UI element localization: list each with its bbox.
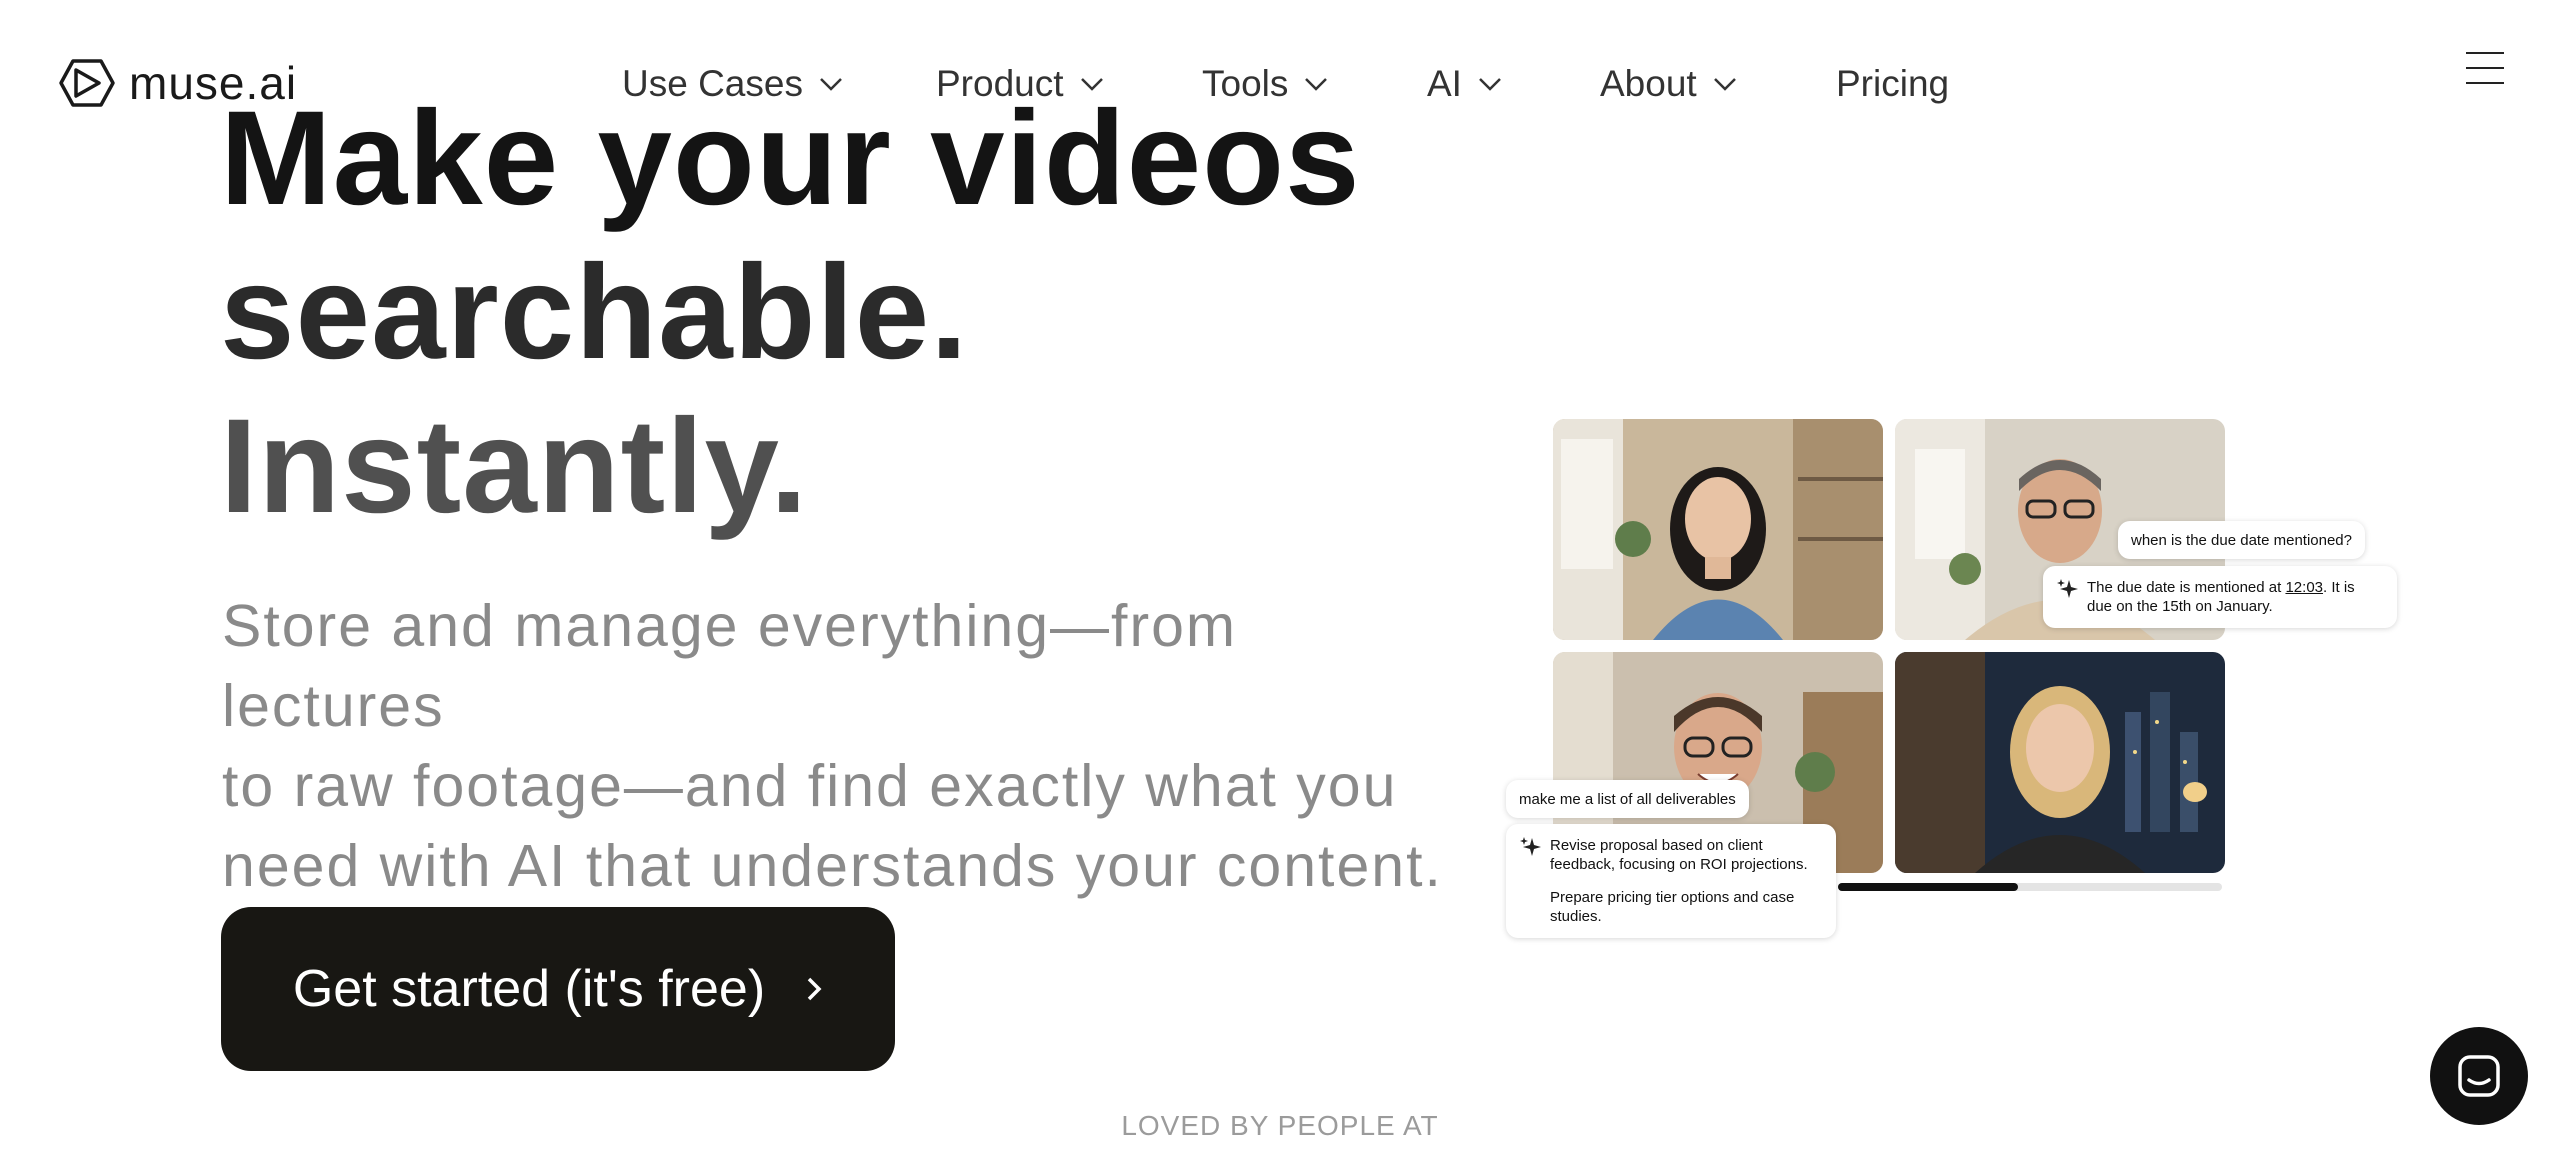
chat-bubble-icon	[2458, 1055, 2500, 1097]
hero-subtitle-line: need with AI that understands your conte…	[222, 833, 1443, 899]
video-progress-fill	[1838, 883, 2018, 891]
video-tile[interactable]	[1553, 419, 1883, 640]
get-started-button[interactable]: Get started (it's free)	[221, 907, 895, 1071]
social-proof-label: LOVED BY PEOPLE AT	[1121, 1110, 1439, 1141]
deliverable-item: Revise proposal based on client feedback…	[1550, 837, 1808, 873]
nav-item-label: Pricing	[1836, 63, 1950, 104]
participant-video-woman	[1553, 419, 1883, 640]
ai-answer-bubble: Revise proposal based on client feedback…	[1506, 824, 1836, 938]
ai-question-bubble: when is the due date mentioned?	[2118, 521, 2365, 559]
sparkle-icon	[2057, 579, 2078, 598]
nav-item-label: AI	[1427, 63, 1462, 104]
hero-title-line: Make your videos	[220, 84, 1361, 233]
ai-answer-prefix: The due date is mentioned at	[2087, 579, 2286, 596]
hero-title-line: searchable.	[220, 238, 969, 387]
ai-answer-bubble: The due date is mentioned at 12:03. It i…	[2043, 566, 2397, 628]
hero-subtitle-line: Store and manage everything—from lecture…	[222, 593, 1238, 739]
ai-question-text: when is the due date mentioned?	[2131, 531, 2352, 549]
sparkle-icon	[1520, 837, 1541, 856]
nav-item-about[interactable]: About	[1600, 56, 1737, 112]
hero-title-line: Instantly.	[220, 392, 809, 541]
timestamp-link[interactable]: 12:03	[2285, 579, 2323, 596]
nav-item-label: About	[1600, 63, 1697, 104]
hero-subtitle-line: to raw footage—and find exactly what you	[222, 753, 1398, 819]
chevron-down-icon	[1713, 78, 1736, 91]
deliverable-item: Prepare pricing tier options and case st…	[1550, 889, 1795, 925]
video-tile[interactable]	[1895, 652, 2225, 873]
nav-item-pricing[interactable]: Pricing	[1836, 56, 1949, 112]
hero-title: Make your videos searchable. Instantly.	[220, 82, 1361, 544]
chat-launcher-button[interactable]	[2430, 1027, 2528, 1125]
ai-question-bubble: make me a list of all deliverables	[1506, 780, 1749, 818]
chevron-down-icon	[1479, 78, 1501, 91]
hero-subtitle: Store and manage everything—from lecture…	[222, 586, 1462, 906]
chevron-right-icon	[807, 977, 822, 1001]
get-started-label: Get started (it's free)	[292, 960, 766, 1018]
participant-video-blonde-woman	[1895, 652, 2225, 873]
ai-question-text: make me a list of all deliverables	[1519, 790, 1736, 808]
nav-item-ai[interactable]: AI	[1427, 56, 1502, 112]
hamburger-icon[interactable]	[2466, 50, 2504, 88]
ai-answer-text: The due date is mentioned at 12:03. It i…	[2087, 578, 2383, 616]
